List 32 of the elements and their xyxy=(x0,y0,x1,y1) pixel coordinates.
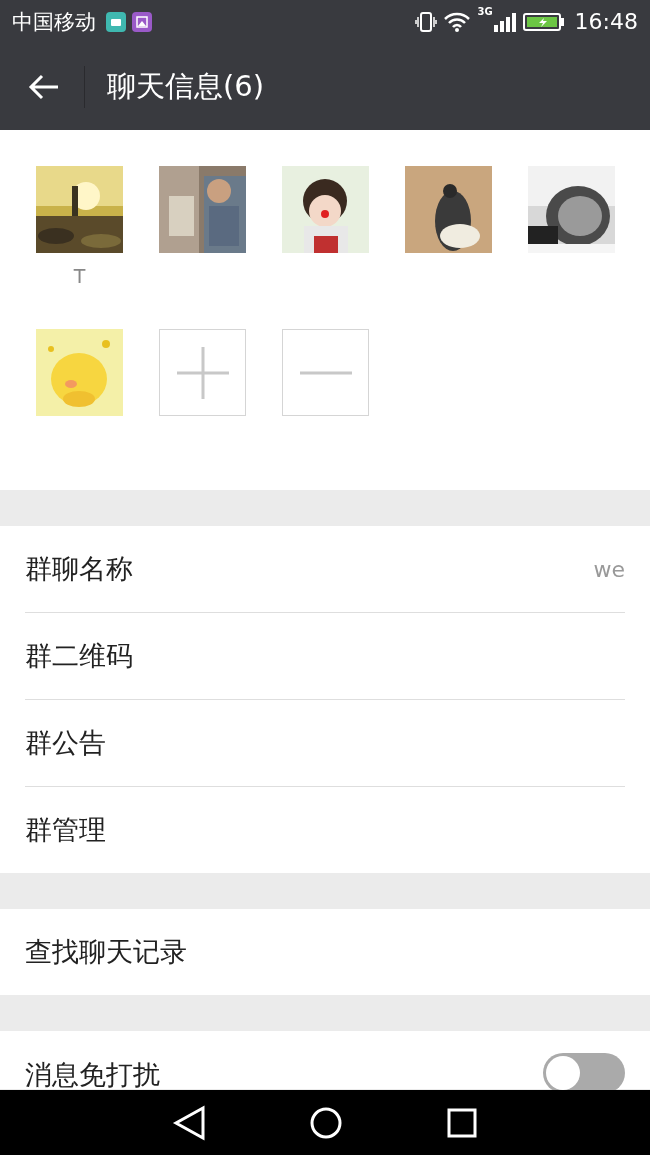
back-nav-button[interactable] xyxy=(171,1104,206,1141)
recents-button[interactable] xyxy=(446,1106,479,1139)
toggle-switch[interactable] xyxy=(543,1053,625,1090)
triangle-icon xyxy=(171,1104,206,1141)
settings-row[interactable]: 群管理 xyxy=(25,787,650,873)
row-label: 消息免打扰 xyxy=(25,1058,161,1090)
row-label: 群聊名称 xyxy=(25,552,134,586)
row-value: we xyxy=(593,556,625,582)
app-icon xyxy=(106,11,126,32)
square-icon xyxy=(446,1106,479,1139)
clock: 16:48 xyxy=(574,9,638,34)
signal-icon xyxy=(492,11,517,32)
carrier-name: 中国移动 xyxy=(12,8,96,36)
minus-icon xyxy=(297,370,354,375)
settings-row[interactable]: 群公告 xyxy=(25,700,625,787)
gallery-icon xyxy=(132,11,152,32)
battery-icon xyxy=(522,11,565,32)
circle-icon xyxy=(309,1105,343,1140)
row-label: 群管理 xyxy=(25,813,107,847)
settings-row[interactable]: 群二维码 xyxy=(25,613,625,700)
row-label: 群公告 xyxy=(25,726,107,760)
back-arrow-icon xyxy=(28,72,60,101)
settings-row[interactable]: 群聊名称 we xyxy=(25,526,625,613)
page-title: 聊天信息(6) xyxy=(107,67,265,105)
row-label: 群二维码 xyxy=(25,639,134,673)
wifi-icon xyxy=(443,10,472,33)
network-type: 3G xyxy=(477,6,493,17)
home-button[interactable] xyxy=(309,1105,343,1140)
member-name: T xyxy=(73,265,86,287)
vibrate-icon xyxy=(415,11,438,32)
plus-icon xyxy=(174,344,231,401)
row-label: 查找聊天记录 xyxy=(25,935,188,969)
